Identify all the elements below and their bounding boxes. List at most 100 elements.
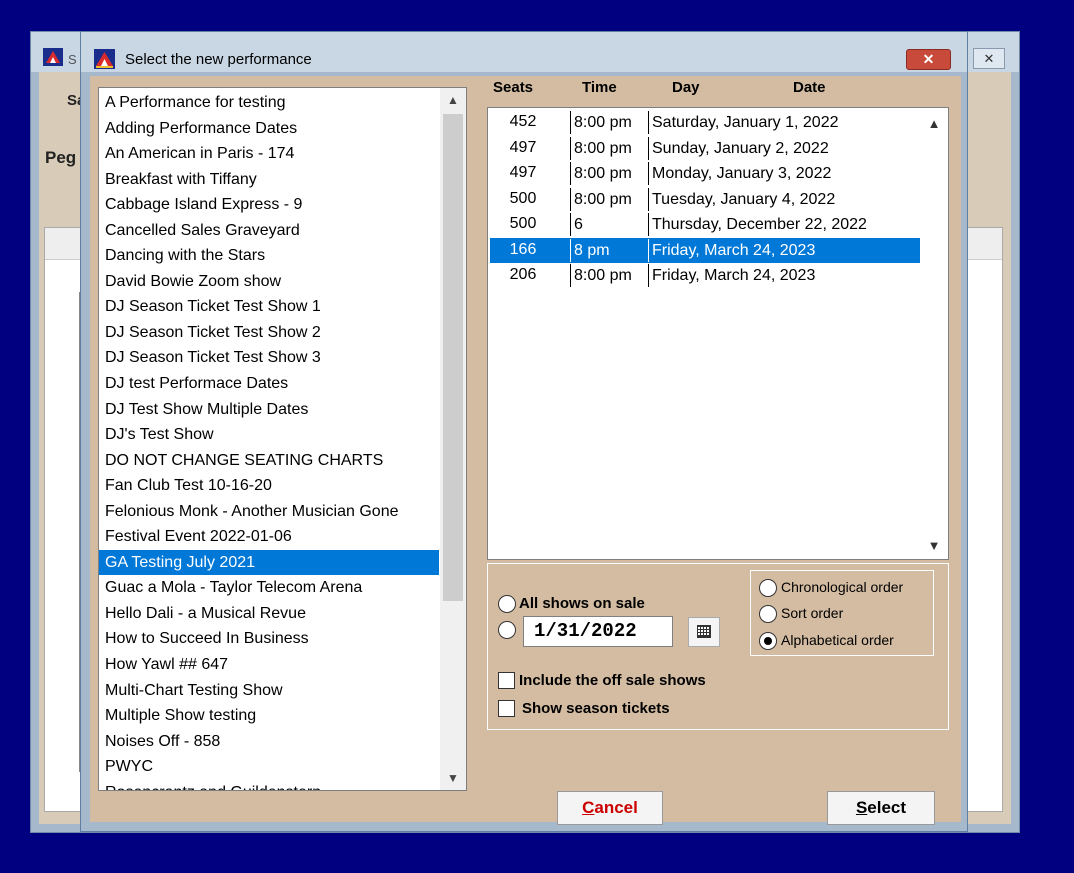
show-list-item[interactable]: DJ test Performace Dates <box>99 371 439 397</box>
sort-order-group: Chronological order Sort order Alphabeti… <box>750 570 934 656</box>
background-title: S <box>68 52 77 67</box>
show-list-item[interactable]: DJ Test Show Multiple Dates <box>99 397 439 423</box>
performance-day-cell: Friday, March 24, 2023 <box>648 264 815 287</box>
performance-row[interactable]: 166 8 pm Friday, March 24, 2023 <box>490 237 920 263</box>
all-shows-label[interactable]: All shows on sale <box>519 595 645 612</box>
scroll-up-arrow-icon[interactable]: ▲ <box>440 88 466 112</box>
show-list-item[interactable]: How to Succeed In Business <box>99 626 439 652</box>
cancel-button[interactable]: Cancel <box>557 791 663 825</box>
show-list-item[interactable]: GA Testing July 2021 <box>99 549 439 576</box>
column-header-time[interactable]: Time <box>582 79 617 96</box>
performance-row[interactable]: 500 8:00 pm Tuesday, January 4, 2022 <box>490 187 920 212</box>
performance-time-cell: 6 <box>570 213 583 236</box>
performance-day-cell: Sunday, January 2, 2022 <box>648 136 829 160</box>
filter-options-panel: All shows on sale 1/31/2022 Include the … <box>487 563 949 730</box>
scroll-up-arrow-icon[interactable]: ▲ <box>926 116 942 131</box>
show-list-item[interactable]: Hello Dali - a Musical Revue <box>99 601 439 627</box>
performance-row[interactable]: 497 8:00 pm Sunday, January 2, 2022 <box>490 136 920 161</box>
show-list-item[interactable]: Festival Event 2022-01-06 <box>99 524 439 550</box>
show-list-item[interactable]: DO NOT CHANGE SEATING CHARTS <box>99 448 439 474</box>
performance-row[interactable]: 500 6 Thursday, December 22, 2022 <box>490 212 920 237</box>
show-list-item[interactable]: Felonious Monk - Another Musician Gone <box>99 499 439 525</box>
show-list-scrollbar[interactable]: ▲ ▼ <box>440 88 466 790</box>
dialog-title: Select the new performance <box>125 51 312 68</box>
performance-seats-cell: 497 <box>509 138 537 156</box>
performance-seats-cell: 500 <box>509 189 537 207</box>
show-list-item[interactable]: Multiple Show testing <box>99 703 439 729</box>
show-list-item[interactable]: DJ Season Ticket Test Show 2 <box>99 320 439 346</box>
cancel-label: ancel <box>594 798 638 817</box>
show-list-item[interactable]: Cabbage Island Express - 9 <box>99 192 439 218</box>
select-performance-dialog: Select the new performance ✕ A Performan… <box>80 31 968 832</box>
performance-day-cell: Saturday, January 1, 2022 <box>648 111 839 134</box>
show-list-item[interactable]: Noises Off - 858 <box>99 729 439 755</box>
date-field[interactable]: 1/31/2022 <box>523 616 673 647</box>
performance-seats-cell: 500 <box>509 215 537 232</box>
calendar-button[interactable] <box>688 617 720 647</box>
sort-order-label[interactable]: Sort order <box>781 605 843 621</box>
column-header-date[interactable]: Date <box>793 79 826 96</box>
show-list-item[interactable]: Cancelled Sales Graveyard <box>99 218 439 244</box>
alphabetical-order-label[interactable]: Alphabetical order <box>781 632 894 648</box>
select-label: elect <box>867 798 907 817</box>
app-logo-icon <box>43 48 63 66</box>
season-tickets-checkbox[interactable] <box>498 700 515 717</box>
performance-time-cell: 8:00 pm <box>570 162 632 185</box>
show-list-item[interactable]: Dancing with the Stars <box>99 243 439 269</box>
include-off-sale-label[interactable]: Include the off sale shows <box>519 672 706 689</box>
performance-day-cell: Thursday, December 22, 2022 <box>648 213 867 236</box>
show-list-item[interactable]: David Bowie Zoom show <box>99 269 439 295</box>
show-list-item[interactable]: Guac a Mola - Taylor Telecom Arena <box>99 575 439 601</box>
show-list-item[interactable]: An American in Paris - 174 <box>99 141 439 167</box>
background-close-button[interactable]: ✕ <box>973 48 1005 69</box>
calendar-icon <box>697 625 711 638</box>
app-logo-icon <box>94 49 115 69</box>
show-list-item[interactable]: Rosencrantz and Guildenstern <box>99 780 439 790</box>
show-list-item[interactable]: Adding Performance Dates <box>99 116 439 142</box>
show-list-items: A Performance for testing Adding Performa… <box>99 90 439 790</box>
scroll-down-arrow-icon[interactable]: ▼ <box>926 538 942 553</box>
performance-day-cell: Tuesday, January 4, 2022 <box>648 187 835 211</box>
performance-row[interactable]: 497 8:00 pm Monday, January 3, 2022 <box>490 161 920 186</box>
performance-time-cell: 8:00 pm <box>570 187 632 211</box>
cancel-accelerator: C <box>582 798 595 817</box>
alphabetical-order-radio[interactable] <box>759 632 777 650</box>
show-list-item[interactable]: How Yawl ## 647 <box>99 652 439 678</box>
dialog-close-button[interactable]: ✕ <box>906 49 951 70</box>
performance-seats-cell: 497 <box>509 164 537 181</box>
show-list-item[interactable]: DJ Season Ticket Test Show 3 <box>99 345 439 371</box>
performance-time-cell: 8:00 pm <box>570 136 632 160</box>
performance-time-cell: 8 pm <box>570 238 610 262</box>
all-shows-radio[interactable] <box>498 595 516 613</box>
show-list-item[interactable]: DJ's Test Show <box>99 422 439 448</box>
chronological-order-radio[interactable] <box>759 579 777 597</box>
show-list-item[interactable]: A Performance for testing <box>99 90 439 116</box>
performance-seats-cell: 206 <box>509 266 537 283</box>
date-radio[interactable] <box>498 621 516 639</box>
performance-time-cell: 8:00 pm <box>570 264 632 287</box>
select-button[interactable]: Select <box>827 791 935 825</box>
dialog-title-bar[interactable]: Select the new performance ✕ <box>81 32 967 72</box>
show-list-item[interactable]: Multi-Chart Testing Show <box>99 678 439 704</box>
performance-row[interactable]: 206 8:00 pm Friday, March 24, 2023 <box>490 263 920 288</box>
select-accelerator: S <box>855 798 868 817</box>
show-list-scroll-thumb[interactable] <box>443 114 463 601</box>
background-heading: Peg <box>45 148 77 167</box>
column-header-seats[interactable]: Seats <box>493 79 533 96</box>
show-list-item[interactable]: DJ Season Ticket Test Show 1 <box>99 294 439 320</box>
performance-seats-cell: 166 <box>509 240 537 258</box>
show-list-item[interactable]: Fan Club Test 10-16-20 <box>99 473 439 499</box>
include-off-sale-checkbox[interactable] <box>498 672 515 689</box>
show-list-item[interactable]: Breakfast with Tiffany <box>99 167 439 193</box>
season-tickets-label[interactable]: Show season tickets <box>522 700 670 717</box>
dialog-body: A Performance for testing Adding Performa… <box>90 76 961 825</box>
performance-row[interactable]: 452 8:00 pm Saturday, January 1, 2022 <box>490 110 920 135</box>
scroll-down-arrow-icon[interactable]: ▼ <box>440 766 466 790</box>
column-header-day[interactable]: Day <box>672 79 700 96</box>
show-list-item[interactable]: PWYC <box>99 754 439 780</box>
performance-day-cell: Friday, March 24, 2023 <box>648 238 815 262</box>
chronological-order-label[interactable]: Chronological order <box>781 579 903 595</box>
sort-order-radio[interactable] <box>759 605 777 623</box>
performance-list[interactable]: 452 8:00 pm Saturday, January 1, 2022 497 8:… <box>487 107 949 560</box>
show-list[interactable]: A Performance for testing Adding Performa… <box>98 87 467 791</box>
